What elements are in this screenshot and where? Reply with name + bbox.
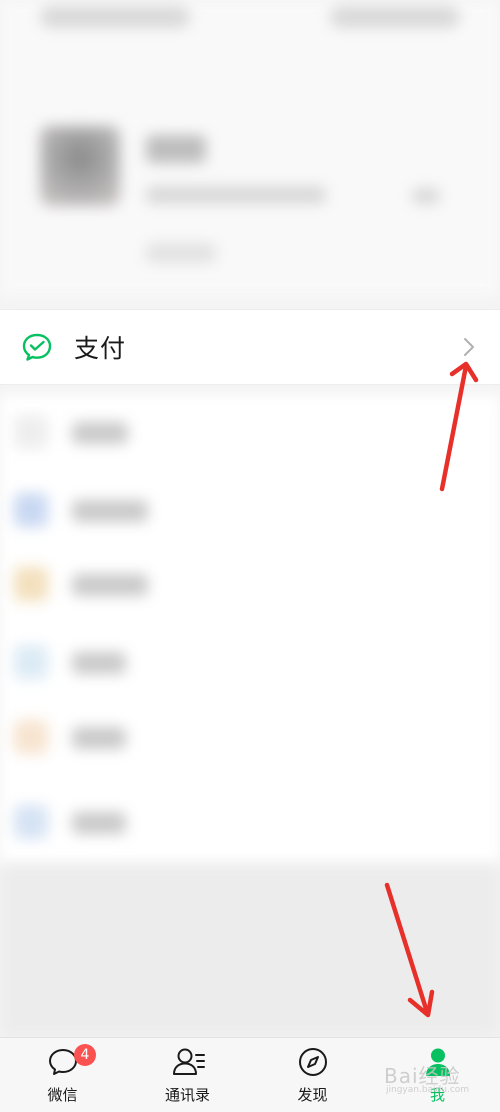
tab-label: 微信 [47,1086,78,1104]
nickname-placeholder [146,135,206,163]
avatar[interactable] [40,126,120,206]
watermark-url: jingyan.baidu.com [386,1085,470,1095]
status-placeholder[interactable] [146,243,216,263]
status-bar-placeholder [330,6,460,28]
payment-label: 支付 [74,334,127,363]
list-item-icon [14,645,48,679]
list-item-icon [14,493,48,527]
list-item-label [72,812,126,834]
list-item-icon [14,567,48,601]
menu-list[interactable] [0,395,500,865]
tab-chats[interactable]: 4 微信 [0,1038,125,1112]
status-bar-placeholder [40,6,190,28]
list-item-icon [14,805,48,839]
list-item-label [72,500,148,522]
chevron-right-icon [464,338,474,356]
list-item-label [72,652,126,674]
list-item-label [72,574,148,596]
unread-badge: 4 [74,1044,96,1066]
wechat-pay-icon [22,333,52,361]
tab-label: 通讯录 [164,1086,210,1104]
payment-row[interactable]: 支付 [0,309,500,385]
wechat-id-placeholder [146,186,326,204]
list-item-icon [14,720,48,754]
compass-icon [299,1048,327,1076]
empty-area [0,865,500,1037]
profile-header[interactable] [0,0,500,296]
tab-contacts[interactable]: 通讯录 [125,1038,250,1112]
list-item-label [72,727,126,749]
contacts-icon [173,1048,205,1075]
list-item-icon [14,415,48,449]
list-item-label [72,422,128,444]
qr-code-icon[interactable] [412,188,440,204]
tab-label: 发现 [297,1086,328,1104]
tab-discover[interactable]: 发现 [250,1038,375,1112]
